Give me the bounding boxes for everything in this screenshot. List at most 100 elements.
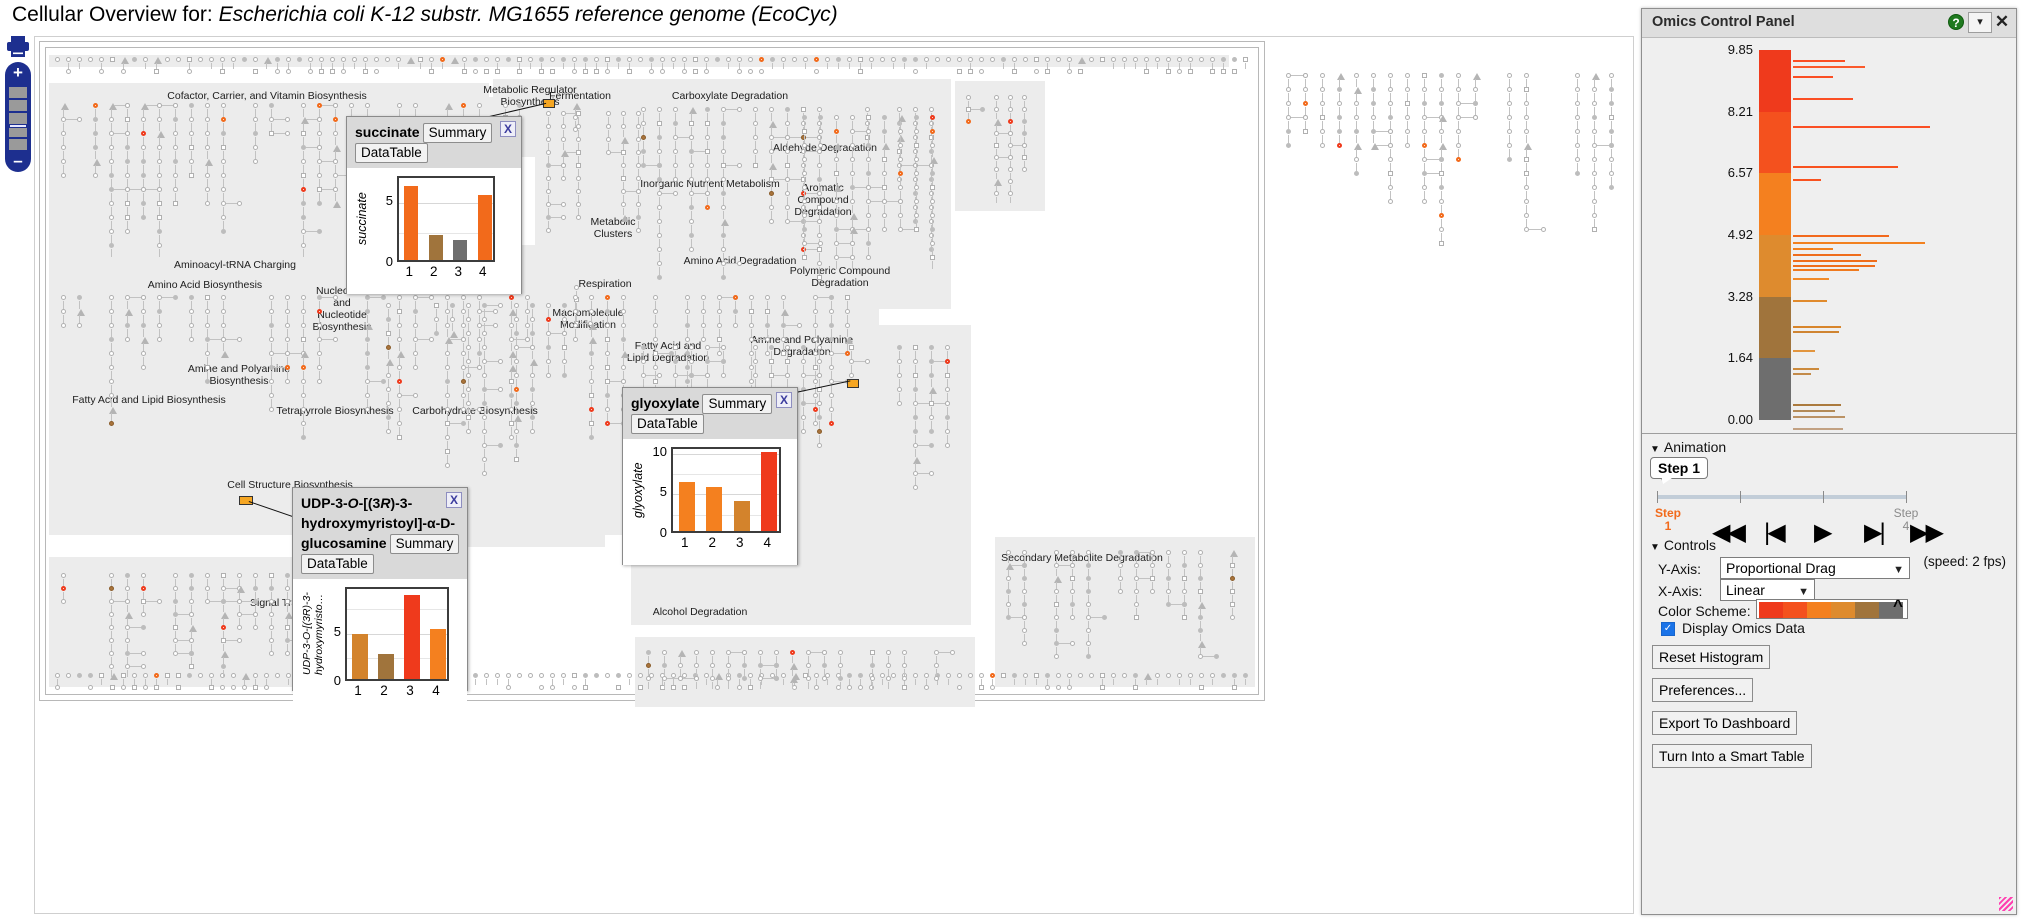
pathway-node[interactable] xyxy=(1056,57,1061,62)
pathway-node[interactable] xyxy=(785,359,790,364)
pathway-node[interactable] xyxy=(646,650,651,655)
pathway-node[interactable] xyxy=(660,69,665,74)
pathway-node[interactable] xyxy=(929,443,934,448)
pathway-node[interactable] xyxy=(498,303,503,308)
pathway-node[interactable] xyxy=(317,309,322,314)
pathway-node[interactable] xyxy=(913,359,918,364)
histogram-data-line[interactable] xyxy=(1793,331,1839,333)
pathway-node[interactable] xyxy=(269,393,274,398)
pathway-node[interactable] xyxy=(221,323,226,328)
pathway-node[interactable] xyxy=(576,189,581,194)
pathway-node[interactable] xyxy=(109,323,114,328)
pathway-node[interactable] xyxy=(61,295,66,300)
histogram-color-band[interactable] xyxy=(1759,296,1791,359)
pathway-node[interactable] xyxy=(397,421,402,426)
pathway-node[interactable] xyxy=(1575,129,1580,134)
pathway-node[interactable] xyxy=(829,309,834,314)
pathway-node[interactable] xyxy=(517,103,522,108)
pathway-node[interactable] xyxy=(413,323,418,328)
pathway-node[interactable] xyxy=(189,638,194,643)
pathway-node[interactable] xyxy=(514,387,519,392)
pathway-node[interactable] xyxy=(930,143,935,148)
pathway-node[interactable] xyxy=(774,650,779,655)
pathway-node[interactable] xyxy=(845,295,850,300)
pathway-node[interactable] xyxy=(157,337,162,342)
pathway-node[interactable] xyxy=(141,131,146,136)
pathway-node[interactable] xyxy=(365,351,370,356)
pathway-node[interactable] xyxy=(605,673,610,678)
pathway-node[interactable] xyxy=(1089,673,1094,678)
pathway-node[interactable] xyxy=(802,185,807,190)
histogram-data-line[interactable] xyxy=(1793,300,1827,302)
pathway-node[interactable] xyxy=(886,650,891,655)
pathway-node[interactable] xyxy=(1230,563,1235,568)
pathway-node[interactable] xyxy=(605,351,610,356)
pathway-node[interactable] xyxy=(141,295,146,300)
pathway-node[interactable] xyxy=(413,103,418,108)
pathway-node[interactable] xyxy=(482,429,487,434)
pathway-node[interactable] xyxy=(269,638,274,643)
pathway-node[interactable] xyxy=(594,69,599,74)
color-scheme-swatch-strip[interactable] xyxy=(1756,599,1908,619)
pathway-node[interactable] xyxy=(157,309,162,314)
rewind-button[interactable]: ◀◀ xyxy=(1712,521,1746,545)
histogram-data-line[interactable] xyxy=(1793,368,1819,370)
pathway-node[interactable] xyxy=(817,233,822,238)
pathway-node[interactable] xyxy=(990,685,995,690)
pathway-node[interactable] xyxy=(498,359,503,364)
pathway-node[interactable] xyxy=(530,415,535,420)
pathway-node[interactable] xyxy=(717,337,722,342)
pathway-node[interactable] xyxy=(829,337,834,342)
pathway-node[interactable] xyxy=(866,143,871,148)
pathway-node[interactable] xyxy=(1303,115,1308,120)
pathway-node[interactable] xyxy=(333,117,338,122)
pathway-node[interactable] xyxy=(1182,615,1187,620)
pathway-node[interactable] xyxy=(237,573,242,578)
pathway-node[interactable] xyxy=(221,309,226,314)
pathway-node[interactable] xyxy=(576,202,581,207)
pathway-node[interactable] xyxy=(774,676,779,681)
pathway-node[interactable] xyxy=(817,415,822,420)
pathway-node[interactable] xyxy=(636,215,641,220)
pathway-node[interactable] xyxy=(285,323,290,328)
pathway-node[interactable] xyxy=(445,463,450,468)
pathway-node[interactable] xyxy=(466,415,471,420)
pathway-node[interactable] xyxy=(61,159,66,164)
pathway-node[interactable] xyxy=(1575,73,1580,78)
pathway-node[interactable] xyxy=(333,131,338,136)
pathway-node[interactable] xyxy=(605,323,610,328)
pathway-node[interactable] xyxy=(866,255,871,260)
pathway-node[interactable] xyxy=(413,309,418,314)
pathway-node[interactable] xyxy=(685,337,690,342)
pathway-node[interactable] xyxy=(205,323,210,328)
pathway-node[interactable] xyxy=(301,393,306,398)
pathway-node[interactable] xyxy=(141,117,146,122)
pathway-node[interactable] xyxy=(509,435,514,440)
pathway-node[interactable] xyxy=(886,676,891,681)
pathway-node[interactable] xyxy=(1166,589,1171,594)
pathway-node[interactable] xyxy=(758,650,763,655)
pathway-node[interactable] xyxy=(994,95,999,100)
pathway-node[interactable] xyxy=(1371,115,1376,120)
pathway-node[interactable] xyxy=(550,69,555,74)
pathway-node[interactable] xyxy=(477,351,482,356)
pathway-node[interactable] xyxy=(914,129,919,134)
pathway-node[interactable] xyxy=(1022,95,1027,100)
pathway-node[interactable] xyxy=(466,401,471,406)
pathway-node[interactable] xyxy=(187,69,192,74)
pathway-node[interactable] xyxy=(66,57,71,62)
pathway-node[interactable] xyxy=(705,205,710,210)
pathway-node[interactable] xyxy=(285,573,290,578)
pathway-node[interactable] xyxy=(589,435,594,440)
pathway-node[interactable] xyxy=(495,69,500,74)
pathway-node[interactable] xyxy=(141,625,146,630)
pathway-node[interactable] xyxy=(477,103,482,108)
pathway-node[interactable] xyxy=(621,323,626,328)
pathway-node[interactable] xyxy=(109,295,114,300)
pathway-node[interactable] xyxy=(753,107,758,112)
pathway-node[interactable] xyxy=(141,573,146,578)
pathway-node[interactable] xyxy=(221,187,226,192)
pathway-node[interactable] xyxy=(850,199,855,204)
pathway-node[interactable] xyxy=(450,303,455,308)
pathway-node[interactable] xyxy=(621,176,626,181)
